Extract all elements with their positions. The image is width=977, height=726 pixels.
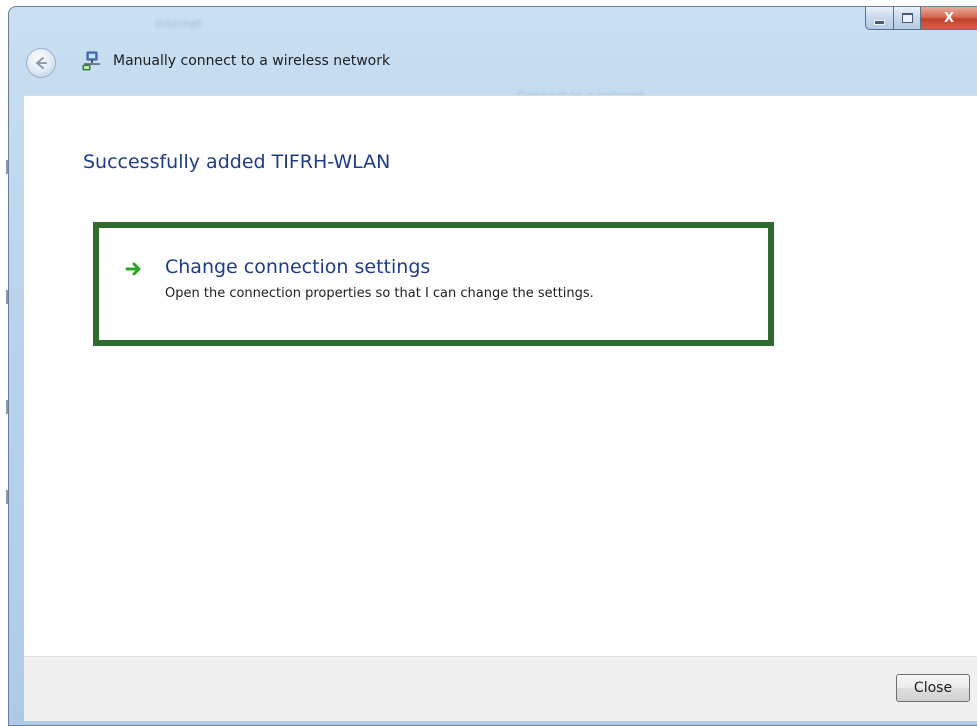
minimize-button[interactable]: [865, 7, 894, 30]
task-title[interactable]: Change connection settings: [165, 256, 430, 278]
maximize-button[interactable]: [894, 7, 921, 30]
task-description: Open the connection properties so that I…: [165, 286, 594, 301]
wizard-footer: Close: [24, 656, 977, 721]
desktop-edge: [0, 0, 9, 724]
wizard-header: Manually connect to a wireless network: [9, 35, 977, 89]
network-icon: [82, 51, 100, 71]
maximize-icon: [901, 13, 913, 23]
back-button[interactable]: [26, 48, 56, 78]
wizard-content: Successfully added TIFRH-WLAN Change con…: [24, 95, 977, 656]
page-heading: Successfully added TIFRH-WLAN: [83, 151, 391, 173]
close-icon: X: [943, 10, 955, 26]
back-arrow-icon: [36, 57, 47, 69]
wizard-window: Internet Connect to a network X Manually…: [8, 6, 977, 726]
wizard-title: Manually connect to a wireless network: [113, 53, 391, 69]
caption-buttons: X: [865, 7, 977, 31]
close-button[interactable]: Close: [896, 674, 970, 702]
minimize-icon: [874, 19, 885, 25]
window-close-button[interactable]: X: [921, 7, 977, 30]
highlight-frame: Change connection settings Open the conn…: [93, 222, 774, 346]
green-arrow-icon: [125, 262, 141, 276]
background-window-title: Internet: [155, 17, 203, 31]
